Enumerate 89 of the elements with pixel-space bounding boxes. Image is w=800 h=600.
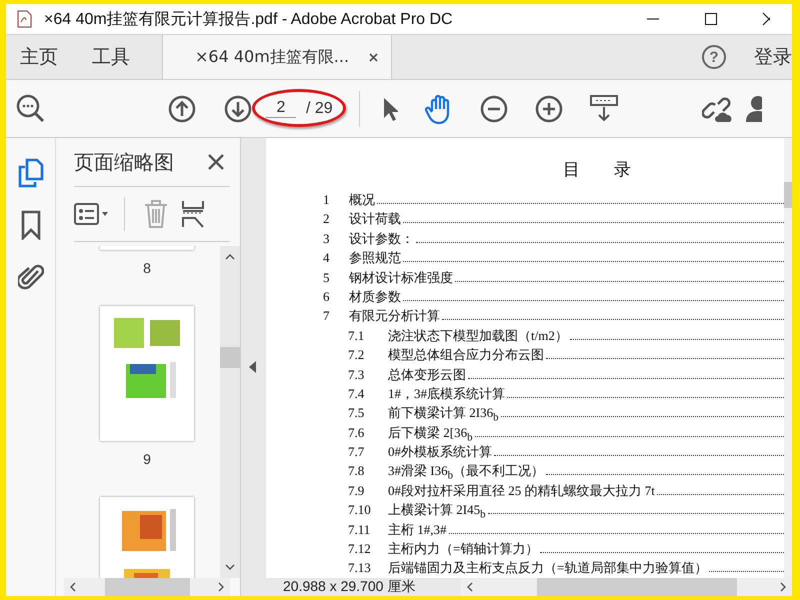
section-number: 3 [323, 230, 330, 247]
contents-entry[interactable]: 主桁 1#,3# [388, 520, 446, 539]
contents-entry[interactable]: 后下横梁 2[36$_{b}$ [388, 424, 473, 444]
contents-entry[interactable]: 有限元分析计算 [349, 307, 440, 326]
pages-icon[interactable] [18, 158, 44, 188]
section-number: 7.8 [348, 463, 366, 480]
section-number: 7.11 [348, 522, 372, 538]
page-total: / 29 [306, 100, 333, 118]
page-thumbnail[interactable] [100, 497, 194, 578]
document-tab[interactable]: ×64 40m挂篮有限... [162, 35, 392, 79]
section-number: 7.2 [348, 347, 366, 364]
section-number: 2 [323, 211, 330, 228]
section-number: 6 [323, 288, 330, 305]
close-icon[interactable] [208, 154, 224, 170]
window-title: ×64 40m挂篮有限元计算报告.pdf - Adobe Acrobat Pro DC [43, 10, 454, 30]
contents-entry[interactable]: 总体变形云图 [388, 366, 466, 384]
contents-entry[interactable]: 材质参数 [349, 288, 401, 306]
scrollbar-thumb[interactable] [104, 578, 190, 596]
page-break-icon[interactable] [181, 199, 205, 229]
scroll-right-icon[interactable] [780, 582, 786, 592]
maximize-icon[interactable] [704, 12, 718, 26]
section-number: 7.6 [348, 424, 366, 441]
vertical-scrollbar[interactable] [220, 246, 240, 578]
zoom-in-icon[interactable] [534, 94, 563, 122]
previous-page-icon[interactable] [168, 94, 196, 122]
document-tab-label: ×64 40m挂篮有限... [195, 46, 350, 68]
section-number: 7.4 [348, 386, 366, 402]
section-number: 7.3 [348, 366, 366, 383]
contents-entry[interactable]: 0#段对拉杆采用直径 25 的精轧螺纹最大拉力 7t [388, 482, 655, 500]
section-number: 1 [323, 192, 330, 208]
contents-entry[interactable]: 前下横梁计算 2I36$_{b}$ [388, 404, 499, 424]
panel-title: 页面缩略图 [74, 148, 174, 176]
scroll-left-icon[interactable] [467, 582, 473, 592]
page-thumbnail[interactable] [100, 306, 194, 441]
contents-entry[interactable]: 参照规范 [349, 249, 401, 268]
section-number: 7.10 [348, 502, 372, 518]
help-button[interactable]: ? [702, 45, 726, 69]
section-number: 7.13 [348, 560, 372, 576]
contents-entry[interactable]: 上横梁计算 2I45$_{b}$ [388, 501, 486, 521]
pointer-icon[interactable] [382, 96, 398, 122]
contents-entry[interactable]: 3#滑梁 I36$_{b}$（最不利工况） [388, 462, 544, 482]
contents-entry[interactable]: 1#，3#底模系统计算 [388, 384, 505, 403]
scrollbar-thumb[interactable] [536, 578, 736, 596]
contents-heading: 目 录 [563, 159, 631, 181]
page-size-label: 20.988 x 29.700 厘米 [282, 578, 416, 596]
section-number: 5 [323, 270, 330, 286]
collapse-panel-icon[interactable] [248, 361, 256, 373]
close-tab-icon[interactable] [369, 52, 378, 62]
contents-entry[interactable]: 后端锚固力及主桁支点反力（=轨道局部集中力验算值） [388, 559, 708, 578]
scroll-right-icon[interactable] [218, 582, 224, 592]
pdf-file-icon [16, 10, 32, 28]
contents-entry[interactable]: 设计参数： [349, 230, 414, 248]
scrollbar-thumb[interactable] [220, 346, 240, 368]
horizontal-scrollbar[interactable] [461, 578, 792, 596]
next-page-icon[interactable] [224, 94, 252, 122]
paperclip-icon[interactable] [18, 262, 44, 290]
horizontal-scrollbar[interactable] [64, 578, 230, 596]
sign-in-link[interactable]: 登录 [754, 44, 792, 70]
vertical-scrollbar[interactable] [784, 138, 792, 578]
contents-entry[interactable]: 设计荷载 [349, 210, 401, 228]
person-icon[interactable] [744, 94, 762, 124]
scroll-down-icon[interactable] [225, 564, 235, 570]
scroll-up-icon[interactable] [225, 254, 235, 260]
section-number: 7.1 [348, 328, 366, 344]
contents-entry[interactable]: 主桁内力（=销轴计算力） [388, 540, 538, 558]
nav-tab[interactable]: 工具 [78, 35, 142, 79]
zoom-out-icon[interactable] [480, 94, 508, 122]
close-icon[interactable] [762, 12, 770, 26]
contents-entry[interactable]: 钢材设计标准强度 [349, 268, 453, 287]
section-number: 7.12 [348, 541, 372, 558]
section-number: 7.5 [348, 405, 366, 422]
section-number: 4 [323, 250, 330, 266]
zoom-search-icon[interactable] [16, 94, 46, 124]
section-number: 7 [323, 308, 330, 324]
keyboard-download-icon[interactable] [590, 94, 618, 122]
page-number-label: 8 [143, 260, 151, 276]
page-number-label: 9 [143, 451, 151, 467]
contents-entry[interactable]: 模型总体组合应力分布云图 [388, 346, 544, 364]
contents-entry[interactable]: 概况 [349, 191, 375, 209]
bookmark-icon[interactable] [20, 210, 40, 240]
contents-entry[interactable]: 浇注状态下模型加载图（t/m2） [388, 326, 568, 345]
page-number-field[interactable]: 2 [266, 99, 296, 118]
scrollbar-thumb[interactable] [784, 182, 792, 208]
nav-tab[interactable]: 主页 [6, 35, 70, 79]
section-number: 7.7 [348, 444, 366, 460]
section-number: 7.9 [348, 482, 366, 499]
contents-entry[interactable]: 0#外模板系统计算 [388, 443, 492, 462]
scroll-left-icon[interactable] [70, 582, 76, 592]
list-options-icon[interactable] [74, 203, 110, 225]
